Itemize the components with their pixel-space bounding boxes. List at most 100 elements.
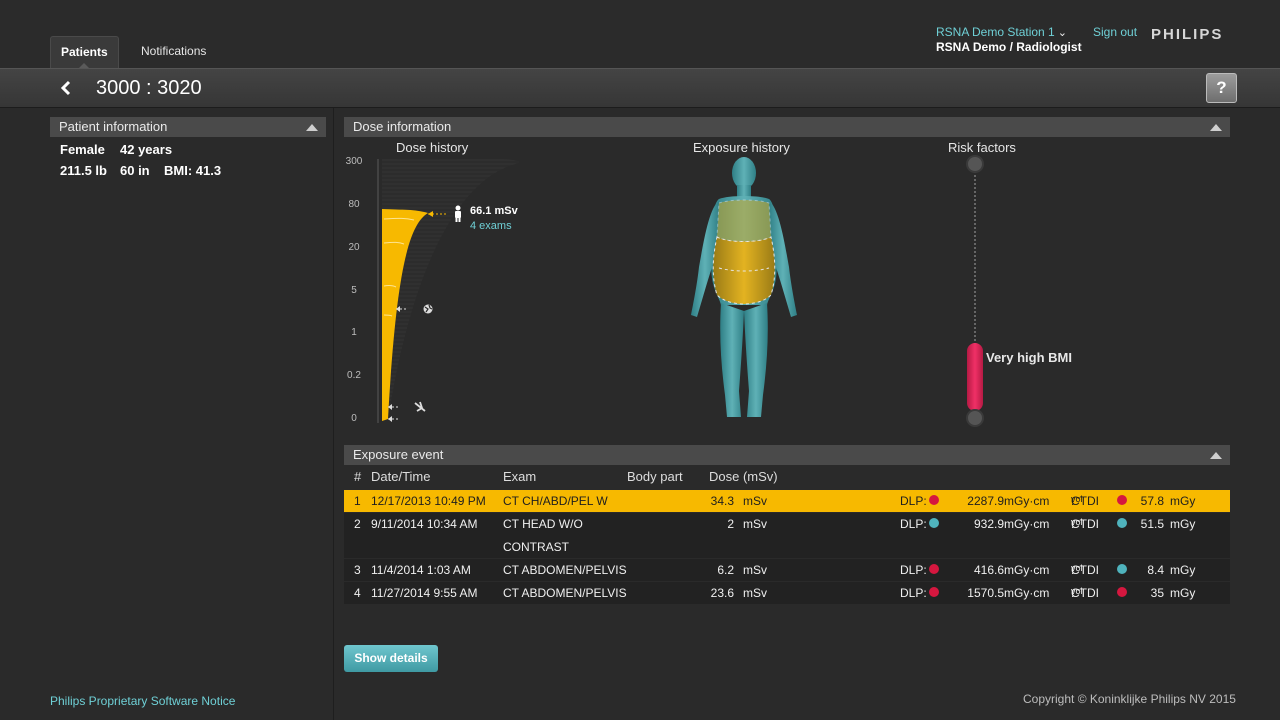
dose-history-title: Dose history: [396, 140, 469, 155]
ctdi-status-dot: [1117, 518, 1127, 528]
moon-icon: [416, 414, 424, 423]
ctdi-status-dot: [1117, 495, 1127, 505]
ctdi-status-dot: [1117, 587, 1127, 597]
row-ctdi-unit: mGy: [1170, 563, 1196, 577]
body-exposure-figure: [691, 157, 797, 417]
title-bar: 3000 : 3020 ?: [0, 68, 1280, 108]
software-notice-link[interactable]: Philips Proprietary Software Notice: [50, 694, 235, 708]
user-role: RSNA Demo / Radiologist: [936, 40, 1082, 54]
dose-axis-tick: 80: [348, 199, 360, 210]
row-datetime: 12/17/2013 10:49 PM: [371, 494, 486, 508]
dlp-status-dot: [929, 518, 939, 528]
row-dlp: 2287.9: [967, 494, 1004, 508]
row-dlp-unit: mGy·cm: [1004, 517, 1050, 531]
row-exam: CT ABDOMEN/PELVIS: [503, 586, 627, 600]
row-ctdi-unit: mGy: [1170, 494, 1196, 508]
dose-axis-tick: 0: [351, 413, 357, 424]
station-name[interactable]: RSNA Demo Station 1: [936, 25, 1055, 39]
globe-icon: [423, 304, 433, 314]
page-title: 3000 : 3020: [96, 77, 202, 99]
table-row[interactable]: 1 12/17/2013 10:49 PM CT CH/ABD/PEL W 34…: [344, 490, 1230, 512]
dlp-status-dot: [929, 564, 939, 574]
row-datetime: 11/4/2014 1:03 AM: [371, 563, 471, 577]
dose-axis-tick: 1: [351, 327, 357, 338]
row-number: 3: [354, 563, 361, 577]
collapse-icon[interactable]: [1210, 124, 1222, 131]
station-selector[interactable]: RSNA Demo Station 1 ⌄: [936, 25, 1067, 39]
sign-out-link[interactable]: Sign out: [1093, 25, 1137, 39]
row-ctdi: 57.8: [1140, 494, 1164, 508]
row-datetime: 11/27/2014 9:55 AM: [371, 586, 478, 600]
patient-age: 42 years: [120, 142, 173, 157]
patient-info-title: Patient information: [59, 119, 168, 134]
ctdi-status-dot: [1117, 564, 1127, 574]
patient-info-panel: Patient information Female 42 years 211.…: [50, 117, 326, 672]
table-row[interactable]: 4 11/27/2014 9:55 AM CT ABDOMEN/PELVIS 2…: [344, 582, 1230, 604]
row-dlp-label: DLP:: [900, 517, 927, 531]
tab-notifications[interactable]: Notifications: [131, 36, 216, 68]
dose-axis-tick: 20: [348, 242, 360, 253]
show-details-button[interactable]: Show details: [344, 645, 438, 672]
tab-patients[interactable]: Patients: [50, 36, 119, 68]
column-header-exam[interactable]: Exam: [503, 469, 536, 484]
dose-axis-tick: 5: [351, 285, 357, 296]
row-dose: 2: [727, 517, 734, 531]
copyright-text: Copyright © Koninklijke Philips NV 2015: [1023, 692, 1236, 706]
patient-info-header: Patient information: [50, 117, 326, 137]
brand-logo: PHILIPS: [1151, 26, 1224, 43]
column-header-body-part[interactable]: Body part: [627, 469, 683, 484]
dose-info-title: Dose information: [353, 119, 452, 134]
row-exam: CT ABDOMEN/PELVIS: [503, 563, 627, 577]
dose-history-gauge: [377, 159, 519, 423]
back-arrow-icon[interactable]: [57, 77, 75, 99]
column-header-datetime[interactable]: Date/Time: [371, 469, 430, 484]
patient-sex: Female: [60, 142, 105, 157]
dose-info-header: Dose information: [344, 117, 1230, 137]
row-ctdi-unit: mGy: [1170, 586, 1196, 600]
row-ctdi: 35: [1150, 586, 1164, 600]
row-dose: 34.3: [710, 494, 734, 508]
row-dose: 6.2: [717, 563, 734, 577]
row-number: 1: [354, 494, 361, 508]
collapse-icon[interactable]: [306, 124, 318, 131]
exposure-event-header: Exposure event: [344, 445, 1230, 465]
row-ctdi: 51.5: [1140, 517, 1164, 531]
row-dose: 23.6: [710, 586, 734, 600]
person-icon: [455, 205, 461, 222]
row-dlp-label: DLP:: [900, 494, 927, 508]
risk-scale-bottom-knob: [966, 409, 984, 427]
dose-axis-tick: 0.2: [347, 370, 361, 381]
row-dlp: 1570.5: [967, 586, 1004, 600]
row-ctdi: 8.4: [1147, 563, 1164, 577]
total-dose-value: 66.1 mSv: [470, 205, 518, 217]
patient-height: 60 in: [120, 163, 150, 178]
row-dlp-label: DLP:: [900, 586, 927, 600]
risk-level-bar: [967, 343, 983, 411]
table-row[interactable]: 2 9/11/2014 10:34 AM CT HEAD W/O CONTRAS…: [344, 513, 1230, 558]
risk-factors-title: Risk factors: [948, 140, 1016, 155]
collapse-icon[interactable]: [1210, 452, 1222, 459]
row-dlp-label: DLP:: [900, 563, 927, 577]
column-header-num[interactable]: #: [354, 469, 361, 484]
row-exam: CT CH/ABD/PEL W: [503, 494, 608, 508]
exposure-history-title: Exposure history: [693, 140, 790, 155]
row-number: 4: [354, 586, 361, 600]
exposure-event-title: Exposure event: [353, 447, 444, 462]
row-dlp: 416.6: [973, 563, 1004, 577]
help-button[interactable]: ?: [1206, 73, 1237, 103]
row-dose-unit: mSv: [743, 517, 767, 531]
table-row[interactable]: 3 11/4/2014 1:03 AM CT ABDOMEN/PELVIS 6.…: [344, 559, 1230, 581]
row-exam: CT HEAD W/O: [503, 517, 583, 531]
chevron-down-icon[interactable]: ⌄: [1058, 27, 1067, 39]
dlp-status-dot: [929, 495, 939, 505]
row-dose-unit: mSv: [743, 563, 767, 577]
row-datetime: 9/11/2014 10:34 AM: [371, 517, 478, 531]
dose-axis-tick: 300: [345, 156, 363, 167]
row-number: 2: [354, 517, 361, 531]
column-header-dose[interactable]: Dose (mSv): [709, 469, 778, 484]
patient-weight: 211.5 lb: [60, 163, 107, 178]
dlp-status-dot: [929, 587, 939, 597]
top-bar: Patients Notifications RSNA Demo Station…: [0, 0, 1280, 68]
row-exam-continued: CONTRAST: [503, 540, 569, 554]
row-dose-unit: mSv: [743, 494, 767, 508]
